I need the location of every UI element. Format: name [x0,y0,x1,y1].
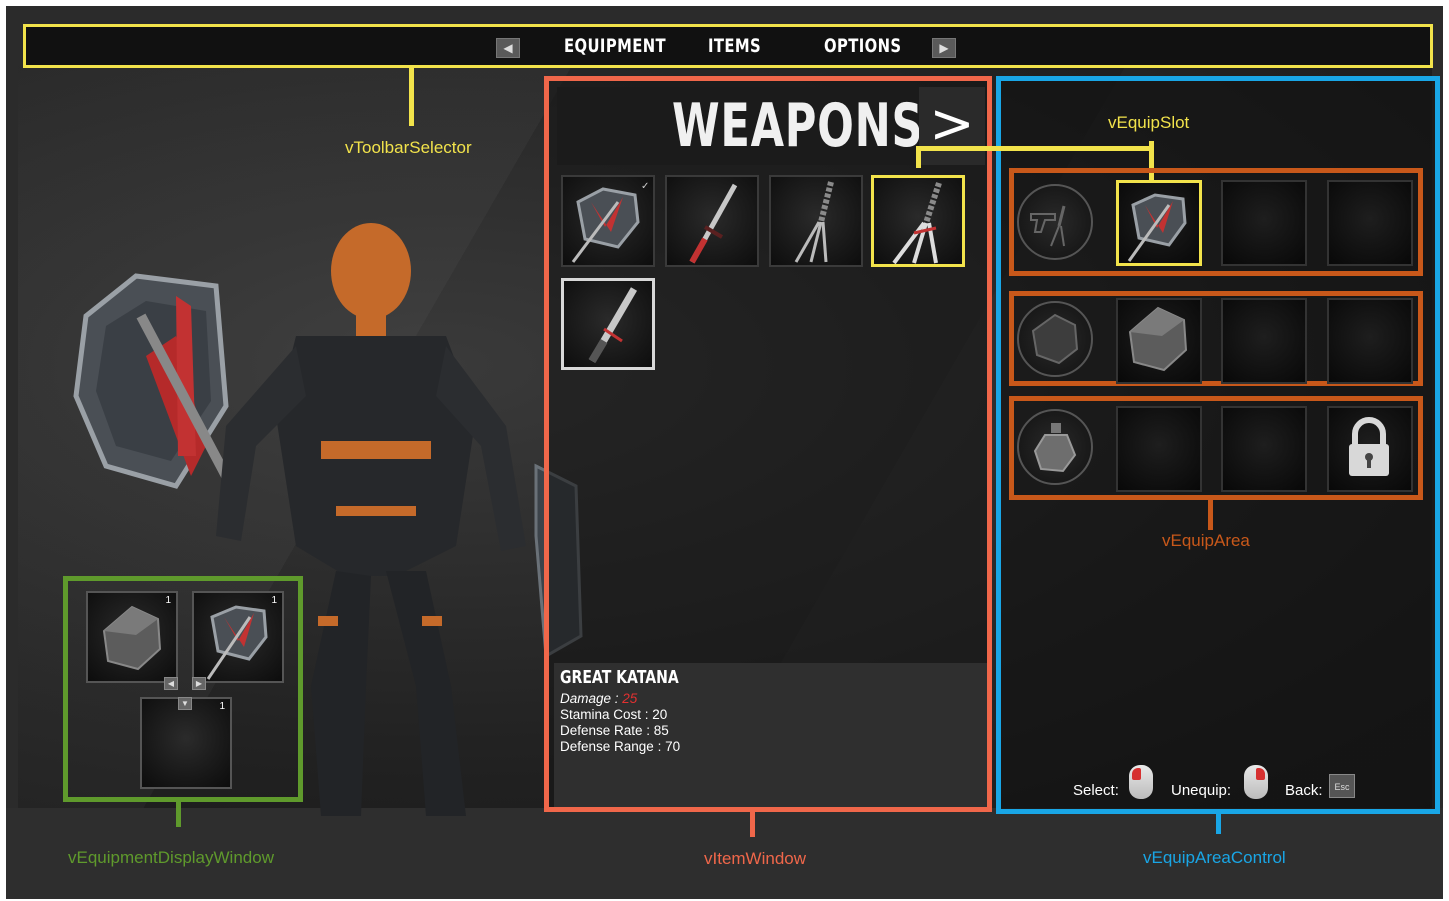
equip-slot-empty[interactable] [1116,406,1202,492]
back-hint-label: Back: [1285,782,1323,799]
item-count: 1 [219,701,225,712]
select-hint-label: Select: [1073,782,1119,799]
item-count: 1 [165,595,171,606]
damage-row: Damage : 25 [560,691,637,706]
equip-slot-empty[interactable] [1327,180,1413,266]
item-slot-claw-blade-selected[interactable] [871,175,965,267]
katana-icon [689,183,738,264]
callout-equip-area-control: vEquipAreaControl [1143,848,1286,867]
great-katana-icon [588,287,638,364]
left-mouse-button-icon [1129,765,1153,799]
stamina-cost: Stamina Cost : 20 [560,707,668,722]
equip-slot-empty[interactable] [1221,406,1307,492]
shield-placeholder-icon [1031,313,1079,365]
right-arrow-icon[interactable]: ▶ [932,38,956,58]
next-category-button[interactable]: > [919,87,985,165]
display-slot-shield[interactable]: 1 [86,591,178,683]
toolbar-selector: ◀ EQUIPMENT ITEMS OPTIONS ▶ [23,24,1433,68]
screen-frame: ◀ EQUIPMENT ITEMS OPTIONS ▶ vToolbarSele… [6,6,1443,899]
weapons-title: WEAPONS [672,91,924,161]
tab-equipment[interactable]: EQUIPMENT [564,35,666,57]
claw-blade-icon [892,182,942,265]
item-count: 1 [271,595,277,606]
unequip-hint-label: Unequip: [1171,782,1232,799]
equip-placeholder-shield[interactable] [1017,301,1093,377]
equip-area-weapons [1009,168,1423,276]
item-window-connector [750,812,755,837]
equip-slot-empty[interactable] [1221,298,1307,384]
equip-area-consumables [1009,291,1423,386]
lock-icon [1349,417,1389,476]
equip-slot-axe[interactable] [1116,180,1202,266]
item-slot-claw-blade[interactable] [769,175,863,267]
equip-area-items [1009,396,1423,500]
display-slot-empty[interactable]: 1 [140,697,232,789]
equip-slot-connector-h [916,146,1154,151]
tab-options[interactable]: OPTIONS [824,35,902,57]
defense-range: Defense Range : 70 [560,739,681,754]
defense-rate: Defense Rate : 85 [560,723,669,738]
svg-text:✓: ✓ [641,181,649,192]
item-slot-katana[interactable] [665,175,759,267]
item-slot-axe-shield[interactable]: ✓ [561,175,655,267]
display-window-connector [176,802,181,827]
callout-equip-slot: vEquipSlot [1108,113,1190,132]
callout-equipment-display-window: vEquipmentDisplayWindow [68,848,274,867]
callout-item-window: vItemWindow [704,849,807,868]
equip-control-connector [1216,814,1221,834]
axe-shield-icon [206,605,268,680]
right-arrow-icon[interactable]: ▶ [192,677,206,690]
hex-shield-icon [102,605,162,671]
axe-shield-icon [1127,193,1187,262]
right-mouse-button-icon [1244,765,1268,799]
callout-toolbar-selector: vToolbarSelector [345,138,472,157]
esc-key-icon: Esc [1329,774,1355,798]
damage-value: 25 [622,691,638,706]
item-slot-great-katana[interactable] [561,278,655,370]
hex-shield-icon [1128,306,1188,372]
potion-placeholder-icon [1033,423,1077,473]
item-name: GREAT KATANA [560,667,679,688]
down-arrow-icon[interactable]: ▼ [178,697,192,710]
equip-slot-empty[interactable] [1327,298,1413,384]
claw-blade-icon [794,181,834,263]
left-arrow-icon[interactable]: ◀ [164,677,178,690]
damage-label: Damage : [560,691,619,706]
callout-equip-area: vEquipArea [1162,531,1250,550]
equip-slot-shield[interactable] [1116,298,1202,384]
tab-items[interactable]: ITEMS [708,35,761,57]
axe-shield-icon: ✓ [571,181,649,263]
equip-slot-locked[interactable] [1327,406,1413,492]
toolbar-connector [409,66,414,126]
weapon-placeholder-icon [1030,205,1066,247]
equip-slot-empty[interactable] [1221,180,1307,266]
display-slot-axe[interactable]: 1 [192,591,284,683]
equipment-display-window: 1 1 ◀ ▶ 1 ▼ [63,576,303,802]
equip-slot-connector-drop [916,146,921,168]
left-arrow-icon[interactable]: ◀ [496,38,520,58]
equip-placeholder-potion[interactable] [1017,409,1093,485]
equip-placeholder-weapon[interactable] [1017,184,1093,260]
item-info-panel: GREAT KATANA Damage : 25 Stamina Cost : … [554,663,987,807]
item-window: WEAPONS > ✓ GREAT KATANA Damage: 25 Sta… [544,76,992,812]
equip-area-connector [1208,500,1213,530]
